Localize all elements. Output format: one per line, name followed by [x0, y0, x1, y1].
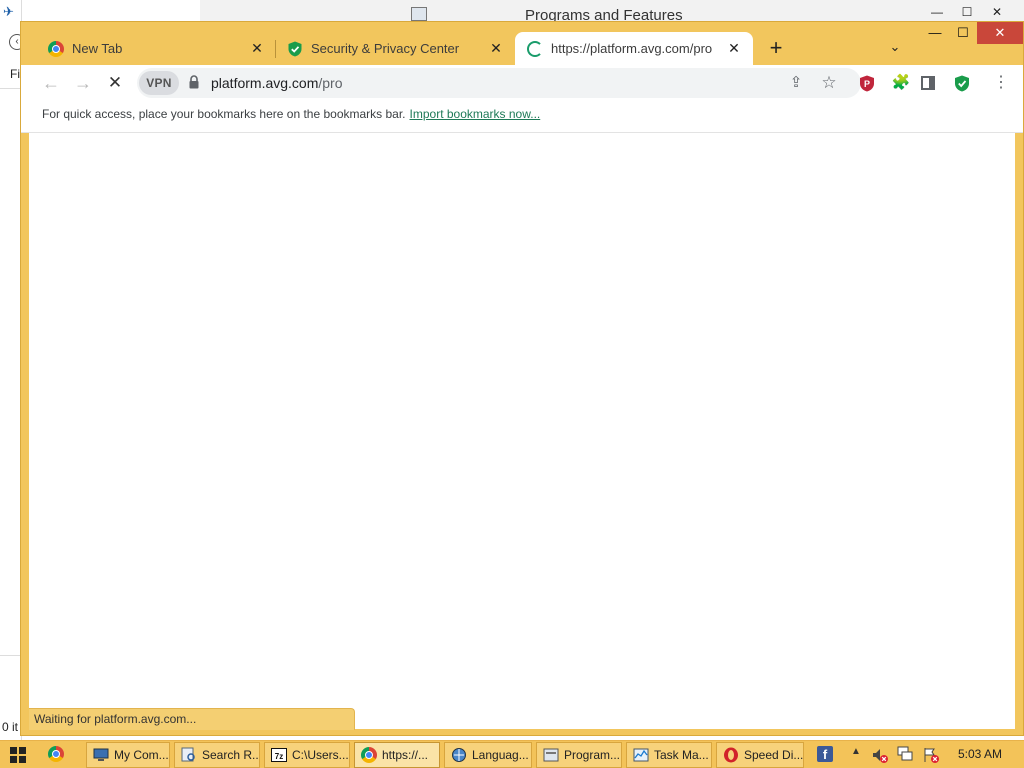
address-bar[interactable]: VPN platform.avg.com/pro ⇪ ☆: [137, 68, 861, 98]
taskbar-item-chrome[interactable]: https://...: [354, 742, 440, 768]
tab-platform-avg-active[interactable]: https://platform.avg.com/pro ✕: [515, 32, 753, 65]
language-icon: [452, 748, 466, 762]
programs-icon: [411, 7, 427, 21]
share-icon[interactable]: ⇪: [784, 71, 808, 95]
new-tab-button[interactable]: +: [763, 36, 789, 62]
lock-icon[interactable]: [189, 75, 199, 89]
back-arrow-icon[interactable]: ←: [37, 69, 65, 97]
svg-text:7z: 7z: [275, 752, 283, 761]
search-results-icon: [181, 747, 195, 762]
tab-close-icon[interactable]: ✕: [487, 39, 505, 57]
taskbar: My Com... Search R... 7z C:\Users... htt…: [0, 740, 1024, 768]
background-window-controls: — ☐ ✕: [922, 2, 1012, 22]
privacy-extension-icon[interactable]: P: [859, 75, 875, 92]
close-button[interactable]: ✕: [977, 22, 1023, 44]
chrome-window: New Tab ✕ Security & Privacy Center ✕ ht…: [20, 21, 1024, 736]
tab-security-privacy-center[interactable]: Security & Privacy Center ✕: [275, 32, 515, 65]
url-text[interactable]: platform.avg.com/pro: [211, 75, 343, 91]
computer-icon: [93, 748, 109, 761]
bookmarks-hint-text: For quick access, place your bookmarks h…: [42, 107, 406, 121]
chrome-pinned-icon[interactable]: [48, 746, 64, 762]
chrome-window-controls: — ☐ ✕: [921, 22, 1023, 44]
tab-title: https://platform.avg.com/pro: [551, 41, 713, 56]
svg-text:P: P: [864, 79, 870, 89]
taskbar-item-7zip-folder[interactable]: 7z C:\Users...: [264, 742, 350, 768]
tab-title: Security & Privacy Center: [311, 41, 460, 56]
tab-close-icon[interactable]: ✕: [725, 39, 743, 57]
tab-search-chevron-icon[interactable]: ⌄: [883, 36, 907, 60]
tab-close-icon[interactable]: ✕: [248, 39, 266, 57]
divider: [0, 88, 22, 89]
system-clock[interactable]: 5:03 AM: [958, 747, 1002, 761]
kebab-menu-icon[interactable]: ⋮: [987, 69, 1015, 97]
avg-shield-extension-icon[interactable]: [954, 75, 970, 92]
menu-file-partial[interactable]: Fi: [10, 67, 20, 81]
items-count-partial: 0 it: [2, 720, 19, 734]
shield-check-icon: [288, 41, 302, 56]
url-host: platform.avg.com: [211, 75, 319, 91]
tab-strip: New Tab ✕ Security & Privacy Center ✕ ht…: [21, 22, 1023, 65]
taskbar-item-opera-speed-dial[interactable]: Speed Di...: [716, 742, 804, 768]
programs-icon: [543, 748, 559, 762]
chrome-icon: [361, 747, 377, 763]
taskbar-item-my-computer[interactable]: My Com...: [86, 742, 170, 768]
stop-loading-icon[interactable]: ✕: [101, 69, 129, 97]
task-manager-icon: [633, 748, 649, 762]
facebook-icon[interactable]: f: [817, 746, 833, 762]
bookmarks-bar-hint: For quick access, place your bookmarks h…: [42, 107, 540, 121]
import-bookmarks-link[interactable]: Import bookmarks now...: [410, 107, 541, 121]
start-windows-icon[interactable]: [10, 747, 26, 763]
forward-arrow-icon[interactable]: →: [69, 69, 97, 97]
taskbar-item-programs[interactable]: Program...: [536, 742, 622, 768]
taskbar-item-language[interactable]: Languag...: [444, 742, 532, 768]
minimize-button[interactable]: —: [921, 22, 949, 44]
network-icon[interactable]: [897, 745, 915, 763]
language-bar-icon: ✈: [3, 4, 14, 19]
maximize-button[interactable]: ☐: [949, 22, 977, 44]
7zip-icon: 7z: [271, 748, 287, 762]
close-button[interactable]: ✕: [982, 2, 1012, 22]
tray-expand-chevron-icon[interactable]: ▲: [851, 746, 861, 757]
divider: [0, 655, 22, 656]
extensions-puzzle-icon[interactable]: 🧩: [887, 69, 915, 97]
status-bubble: Waiting for platform.avg.com...: [29, 708, 355, 730]
chrome-icon: [48, 40, 64, 57]
tab-new-tab[interactable]: New Tab ✕: [36, 32, 276, 65]
background-window-left-edge: ✈ ‹ Fi 0 it: [0, 0, 25, 740]
opera-icon: [724, 747, 738, 763]
url-path: /pro: [318, 75, 343, 91]
side-panel-icon[interactable]: [921, 76, 935, 90]
volume-muted-icon[interactable]: [871, 746, 889, 764]
loading-spinner-icon: [527, 40, 543, 57]
browser-toolbar: ← → ✕ VPN platform.avg.com/pro ⇪ ☆ P 🧩 ⋮: [21, 65, 1023, 101]
page-content-area[interactable]: [29, 133, 1015, 729]
bookmark-star-icon[interactable]: ☆: [817, 71, 841, 95]
bookmarks-bar: For quick access, place your bookmarks h…: [21, 101, 1023, 133]
minimize-button[interactable]: —: [922, 2, 952, 22]
action-center-flag-icon[interactable]: [922, 746, 940, 764]
vpn-button[interactable]: VPN: [139, 71, 179, 95]
taskbar-item-task-manager[interactable]: Task Ma...: [626, 742, 712, 768]
maximize-button[interactable]: ☐: [952, 2, 982, 22]
taskbar-item-search-results[interactable]: Search R...: [174, 742, 260, 768]
tab-title: New Tab: [72, 41, 123, 56]
